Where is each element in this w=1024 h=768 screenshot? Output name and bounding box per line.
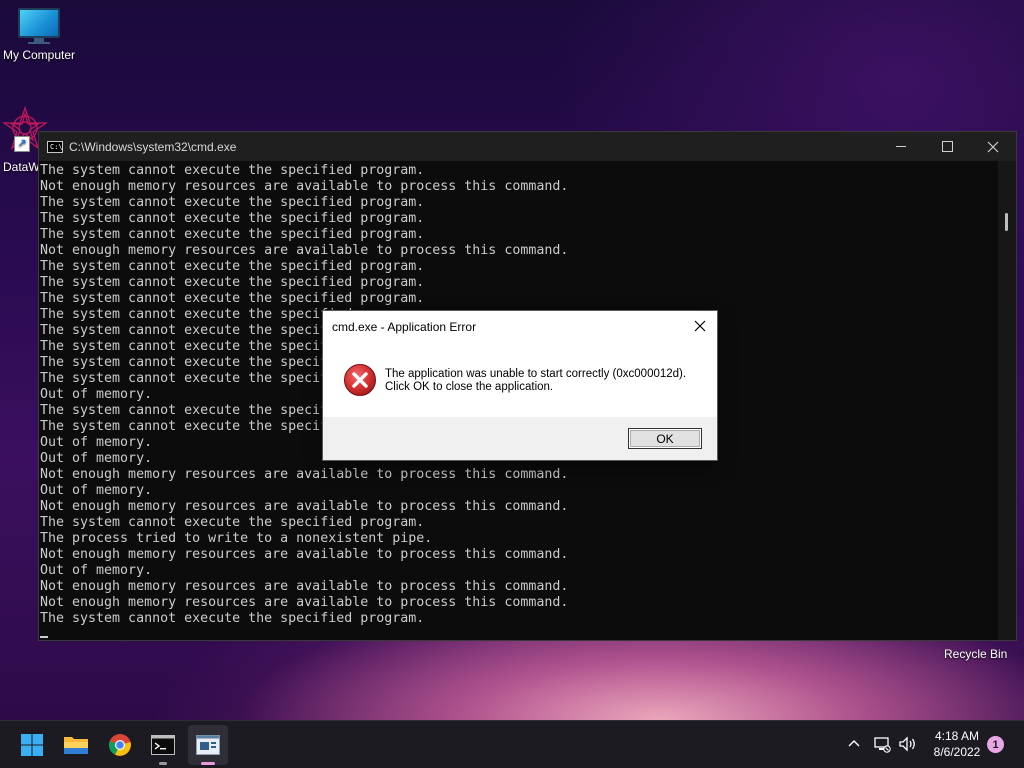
recycle-bin-label[interactable]: Recycle Bin [944,647,1007,661]
cmd-icon [151,735,175,755]
monitor-icon [18,8,60,44]
console-line: Not enough memory resources are availabl… [40,499,569,514]
dialog-body: The application was unable to start corr… [323,341,717,418]
maximize-icon [941,141,953,152]
desktop-icon-label: DataW [3,160,40,174]
notification-badge[interactable]: 1 [987,736,1004,753]
dialog-message: The application was unable to start corr… [385,368,686,394]
clock-date: 8/6/2022 [933,745,981,759]
cmd-icon: C:\ [47,140,63,153]
console-line: Not enough memory resources are availabl… [40,547,569,562]
close-icon [987,141,999,152]
cmd-icon-text: C:\ [50,142,63,151]
running-indicator [159,762,167,765]
taskbar-app[interactable] [188,725,228,765]
console-line: Not enough memory resources are availabl… [40,467,569,482]
volume-icon[interactable] [897,734,917,754]
start-button[interactable] [12,725,52,765]
shortcut-arrow-icon: ↗ [14,136,30,152]
desktop-icon-label: My Computer [2,48,76,62]
minimize-button[interactable] [878,132,924,161]
console-line: The system cannot execute the specified … [40,195,425,210]
desktop: My Computer ↗ DataW Recycle Bin C:\ C:\W… [0,0,1024,768]
close-button[interactable] [970,132,1016,161]
console-line: The system cannot execute the specified … [40,211,425,226]
console-line: The system cannot execute the specified … [40,291,425,306]
console-line: The system cannot execute the specified … [40,611,425,626]
minimize-icon [896,146,906,147]
taskbar: 4:18 AM 8/6/2022 1 [0,720,1024,768]
console-line: Not enough memory resources are availabl… [40,595,569,610]
console-line: Out of memory. [40,563,153,578]
vertical-scrollbar[interactable] [998,161,1016,640]
cmd-window-title: C:\Windows\system32\cmd.exe [69,139,237,154]
error-dialog[interactable]: cmd.exe - Application Error The applicat… [322,310,718,461]
dialog-message-line: Click OK to close the application. [385,381,554,393]
console-line: The system cannot execute the specified … [40,163,425,178]
taskbar-cmd[interactable] [143,725,183,765]
close-icon [694,320,706,332]
maximize-button[interactable] [924,132,970,161]
chevron-up-icon[interactable] [845,735,863,753]
console-line: The system cannot execute the specified … [40,227,425,242]
windows-start-icon [21,734,43,756]
taskbar-file-explorer[interactable] [56,725,96,765]
cmd-titlebar[interactable]: C:\ C:\Windows\system32\cmd.exe [39,132,1016,161]
dialog-message-line: The application was unable to start corr… [385,368,687,380]
console-line: The system cannot execute the specified … [40,515,425,530]
console-line: The process tried to write to a nonexist… [40,531,433,546]
console-cursor [40,636,48,638]
console-line: Not enough memory resources are availabl… [40,179,569,194]
desktop-icon-my-computer[interactable]: My Computer [0,8,78,62]
clock-time: 4:18 AM [934,729,980,743]
dialog-close-button[interactable] [683,311,717,341]
dialog-footer: OK [323,417,717,460]
error-icon [344,364,376,396]
console-line: Not enough memory resources are availabl… [40,579,569,594]
console-line: The system cannot execute the specified … [40,275,425,290]
taskbar-chrome[interactable] [100,725,140,765]
network-icon[interactable] [872,734,892,754]
active-indicator [201,762,215,765]
console-line: The system cannot execute the specified … [40,259,425,274]
dialog-title: cmd.exe - Application Error [332,320,477,334]
console-line: Out of memory. [40,483,153,498]
chrome-icon [108,734,131,756]
file-explorer-icon [64,737,88,754]
console-line: Not enough memory resources are availabl… [40,243,569,258]
ok-button[interactable]: OK [628,428,702,449]
system-clock[interactable]: 4:18 AM 8/6/2022 [926,728,988,760]
scrollbar-thumb[interactable] [1005,213,1008,231]
app-icon [196,735,220,755]
